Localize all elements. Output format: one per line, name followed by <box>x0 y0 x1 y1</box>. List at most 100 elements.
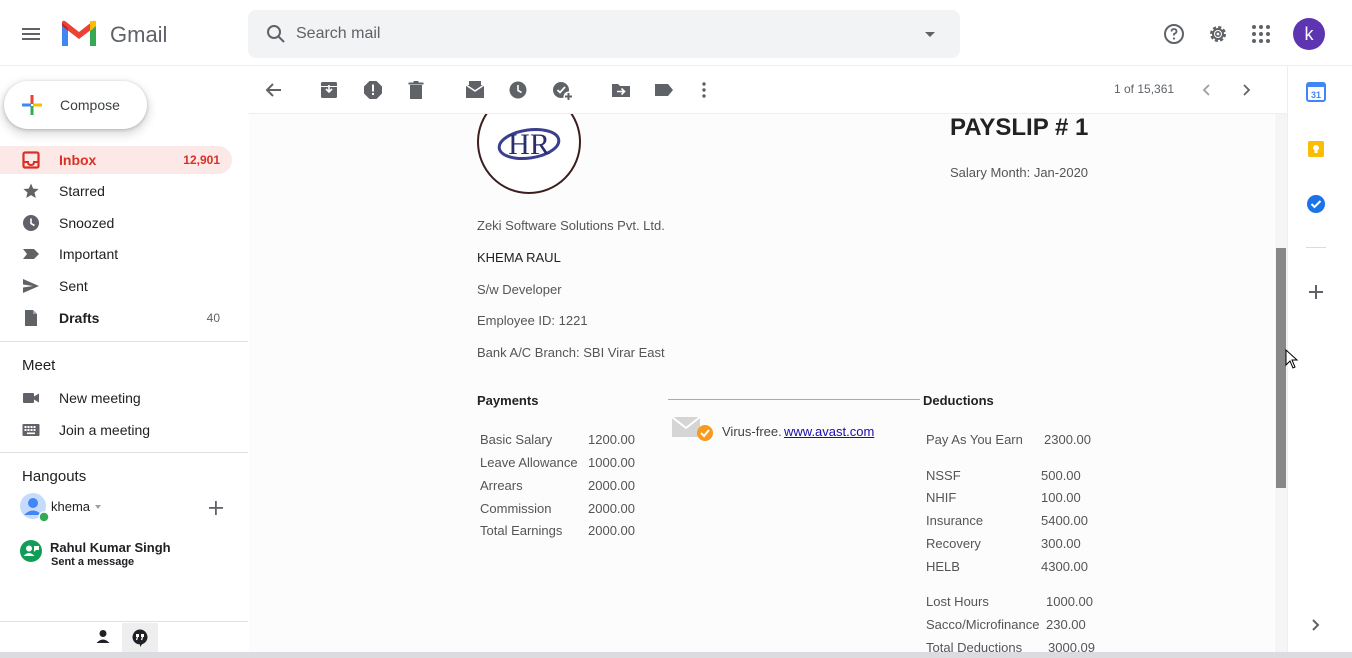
hangouts-chat-icon <box>20 540 42 562</box>
delete-icon[interactable] <box>406 80 426 100</box>
deduction-value: 500.00 <box>1041 468 1081 483</box>
keyboard-icon <box>22 424 40 436</box>
mark-unread-icon[interactable] <box>465 80 485 100</box>
employee-id: Employee ID: 1221 <box>477 313 588 328</box>
contacts-button[interactable] <box>94 628 112 646</box>
payment-label: Arrears <box>480 478 523 493</box>
new-meeting-button[interactable]: New meeting <box>0 384 232 412</box>
search-icon[interactable] <box>264 22 288 46</box>
more-options-icon[interactable] <box>694 80 714 100</box>
svg-text:HR: HR <box>508 128 550 161</box>
caret-down-icon[interactable] <box>93 503 103 511</box>
deduction-label: Pay As You Earn <box>926 432 1023 447</box>
hamburger-icon <box>22 28 40 40</box>
calendar-icon[interactable]: 31 <box>1306 82 1326 102</box>
draft-count: 40 <box>206 311 220 325</box>
hangouts-user-avatar[interactable] <box>19 492 49 522</box>
keep-icon[interactable] <box>1307 140 1325 158</box>
star-icon <box>23 183 39 198</box>
company-name: Zeki Software Solutions Pvt. Ltd. <box>477 218 665 233</box>
nav-item-inbox[interactable]: Inbox 12,901 <box>0 146 232 174</box>
newer-chevron-left-icon[interactable] <box>1197 80 1217 100</box>
archive-icon[interactable] <box>319 80 339 100</box>
meet-section-title: Meet <box>22 357 56 374</box>
contact-name[interactable]: Rahul Kumar Singh <box>50 540 171 555</box>
nav-item-sent[interactable]: Sent <box>0 272 232 300</box>
settings-gear-icon[interactable] <box>1206 22 1230 46</box>
hr-logo: HR <box>477 114 581 194</box>
hr-logo-icon: HR <box>497 128 561 161</box>
compose-label: Compose <box>60 97 120 113</box>
add-to-tasks-icon[interactable] <box>552 80 574 102</box>
expand-panel-chevron-icon[interactable] <box>1306 616 1324 634</box>
virus-free-text: Virus-free. <box>722 424 782 439</box>
video-icon <box>23 393 39 403</box>
deduction-value: 230.00 <box>1046 617 1086 632</box>
nav-item-label: Sent <box>59 278 88 294</box>
contact-avatar[interactable] <box>19 539 43 563</box>
payment-value: 2000.00 <box>588 478 635 493</box>
gmail-m-icon <box>62 20 96 46</box>
nav-item-label: Inbox <box>59 152 97 168</box>
nav-item-label: Snoozed <box>59 215 115 231</box>
email-body: HR PAYSLIP # 1 Salary Month: Jan-2020 Ze… <box>249 114 1274 658</box>
report-spam-icon[interactable] <box>363 80 383 100</box>
older-chevron-right-icon[interactable] <box>1236 80 1256 100</box>
deduction-value: 1000.00 <box>1046 594 1093 609</box>
nav-item-label: Join a meeting <box>59 422 151 438</box>
deduction-label: NHIF <box>926 490 957 505</box>
apps-grid-icon[interactable] <box>1250 23 1272 45</box>
nav-item-important[interactable]: Important <box>0 240 232 268</box>
label-icon[interactable] <box>654 80 674 100</box>
draft-icon <box>25 310 37 326</box>
nav-item-label: Starred <box>59 183 105 199</box>
deduction-label: Recovery <box>926 536 981 551</box>
main-menu-button[interactable] <box>16 19 46 49</box>
inbox-icon <box>22 151 40 169</box>
avast-link[interactable]: www.avast.com <box>784 424 874 439</box>
hangouts-user-name[interactable]: khema <box>51 499 90 514</box>
get-addons-plus-icon[interactable] <box>1308 284 1324 300</box>
help-icon[interactable] <box>1162 22 1186 46</box>
compose-button[interactable]: Compose <box>4 81 147 129</box>
payslip-title: PAYSLIP # 1 <box>950 114 1089 141</box>
tasks-icon[interactable] <box>1306 194 1326 214</box>
quote-bubble-icon <box>132 629 148 647</box>
payment-value: 1000.00 <box>588 455 635 470</box>
compose-plus-icon <box>22 95 42 115</box>
deduction-value: 4300.00 <box>1041 559 1088 574</box>
payment-label: Total Earnings <box>480 523 563 538</box>
svg-text:31: 31 <box>1311 90 1321 100</box>
send-icon <box>23 279 39 293</box>
move-to-icon[interactable] <box>611 80 631 100</box>
app-name: Gmail <box>110 22 168 47</box>
deduction-label: Insurance <box>926 513 984 528</box>
deduction-label: Sacco/Microfinance <box>926 617 1040 632</box>
deduction-value: 2300.00 <box>1044 432 1091 447</box>
page-counter: 1 of 15,361 <box>1114 82 1175 96</box>
nav-item-drafts[interactable]: Drafts 40 <box>0 304 232 332</box>
plus-icon <box>209 501 223 515</box>
search-input[interactable] <box>296 18 896 50</box>
hangouts-toggle-button[interactable] <box>122 623 158 653</box>
nav-item-snoozed[interactable]: Snoozed <box>0 209 232 237</box>
search-options-button[interactable] <box>920 24 940 44</box>
payment-value: 2000.00 <box>588 523 635 538</box>
top-bar: Gmail k <box>0 0 1352 66</box>
back-icon[interactable] <box>264 80 284 100</box>
nav-item-starred[interactable]: Starred <box>0 177 232 205</box>
account-avatar[interactable]: k <box>1293 18 1325 50</box>
important-icon <box>23 249 39 259</box>
nav-divider <box>0 452 248 453</box>
snooze-clock-icon[interactable] <box>508 80 528 100</box>
person-icon <box>96 630 110 643</box>
new-conversation-button[interactable] <box>207 499 225 517</box>
join-meeting-button[interactable]: Join a meeting <box>0 416 232 444</box>
deduction-value: 300.00 <box>1041 536 1081 551</box>
deduction-value: 100.00 <box>1041 490 1081 505</box>
designation: S/w Developer <box>477 282 562 297</box>
bottom-scroll-strip <box>0 652 1352 658</box>
deduction-value: 5400.00 <box>1041 513 1088 528</box>
deduction-label: Lost Hours <box>926 594 989 609</box>
nav-divider <box>0 621 248 622</box>
